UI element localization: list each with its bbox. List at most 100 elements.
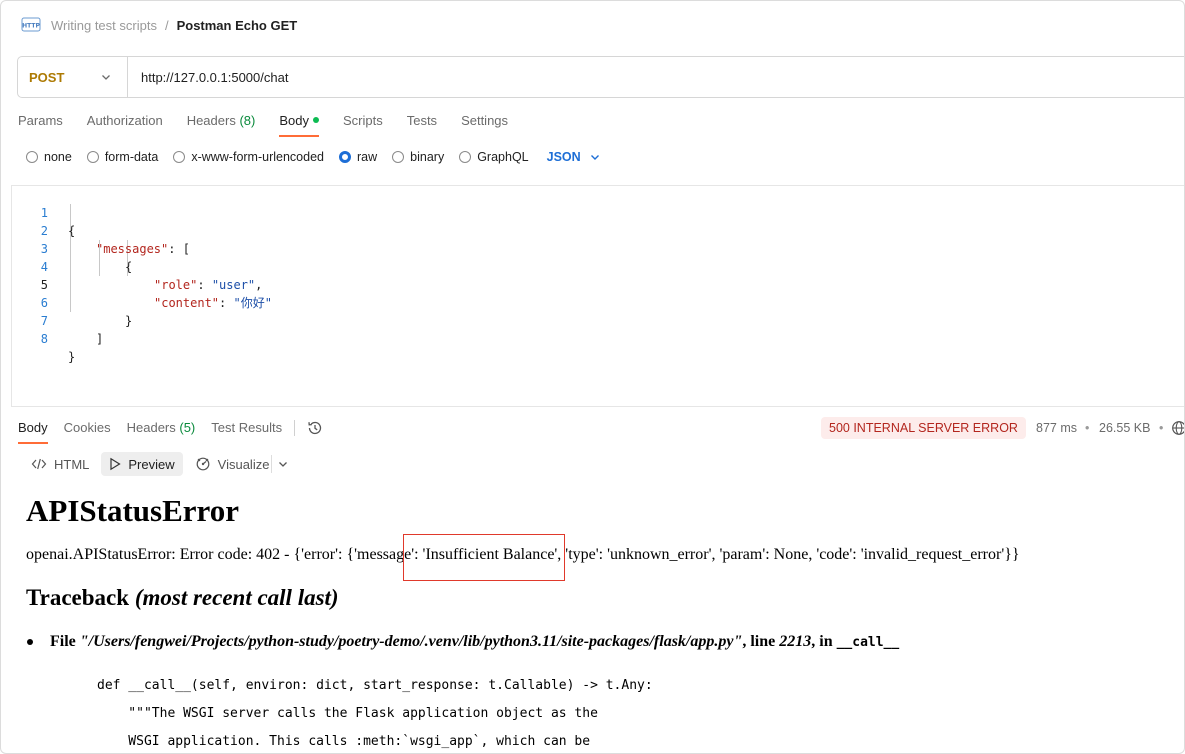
radio-circle <box>86 151 99 163</box>
view-mode-label: Preview <box>128 456 175 472</box>
tab-count: (5) <box>179 420 196 435</box>
tab-label: Body <box>18 420 48 435</box>
tab-body[interactable]: Body <box>279 111 319 137</box>
body-type-selector: none form-data x-www-form-urlencoded raw… <box>26 148 600 166</box>
view-mode-visualize[interactable]: Visualize <box>187 452 304 476</box>
code-text: { <box>68 224 76 238</box>
tab-label: Settings <box>461 113 509 128</box>
breadcrumb-separator: / <box>164 17 169 33</box>
chevron-down-icon <box>590 155 599 160</box>
tab-label: Test Results <box>211 420 283 435</box>
code-text: "content": "你好" <box>154 294 272 312</box>
indent-guide <box>70 204 71 312</box>
response-time[interactable]: 877 ms <box>1036 421 1077 435</box>
code-icon <box>31 458 47 470</box>
json-punct: : <box>197 278 212 292</box>
tab-cookies[interactable]: Cookies <box>64 418 111 444</box>
radio-label: GraphQL <box>477 150 529 164</box>
tab-response-headers[interactable]: Headers (5) <box>127 418 196 444</box>
tab-response-body[interactable]: Body <box>18 418 48 444</box>
breadcrumb-collection[interactable]: Writing test scripts <box>51 18 157 33</box>
tab-label: Scripts <box>342 113 383 128</box>
request-body-editor[interactable]: 1 { 2 "messages": [ 3 { 4 "role": "user"… <box>11 185 1184 407</box>
meta-separator: • <box>1085 421 1090 435</box>
postman-window: HTTP Writing test scripts / Postman Echo… <box>0 0 1185 754</box>
status-badge[interactable]: 500 INTERNAL SERVER ERROR <box>821 417 1026 439</box>
source-line: def __call__(self, environ: dict, start_… <box>97 678 653 693</box>
tab-headers[interactable]: Headers (8) <box>187 111 256 137</box>
frame-line-label: , line <box>742 633 780 650</box>
chevron-down-icon <box>102 75 110 80</box>
tab-count: (8) <box>239 113 256 128</box>
method-select[interactable]: POST <box>18 57 128 97</box>
radio-label: none <box>44 150 72 164</box>
traceback-heading: Traceback (most recent call last) <box>26 583 1176 613</box>
traceback-frame: File "/Users/fengwei/Projects/python-stu… <box>26 632 1176 653</box>
tab-label: Authorization <box>86 113 163 128</box>
http-request-icon: HTTP <box>21 17 41 32</box>
annotation-highlight-box <box>403 534 565 581</box>
error-message: openai.APIStatusError: Error code: 402 -… <box>26 546 1020 563</box>
radio-circle <box>173 151 186 163</box>
visualize-icon <box>196 457 210 471</box>
line-number: 8 <box>40 332 48 346</box>
radio-none[interactable]: none <box>26 150 72 164</box>
code-line: 7 ] <box>12 294 103 346</box>
response-preview: APIStatusError openai.APIStatusError: Er… <box>26 491 1176 753</box>
radio-graphql[interactable]: GraphQL <box>459 150 529 164</box>
traceback-source: def __call__(self, environ: dict, start_… <box>97 672 1176 753</box>
code-text: "messages": [ <box>96 240 190 258</box>
radio-raw[interactable]: raw <box>339 150 377 164</box>
radio-form-data[interactable]: form-data <box>86 150 159 164</box>
code-line: 1 { <box>12 186 75 238</box>
tab-test-results[interactable]: Test Results <box>211 418 282 444</box>
frame-function: __call__ <box>836 635 900 650</box>
tab-label: Tests <box>406 113 438 128</box>
frame-in-label: , in <box>811 633 837 650</box>
request-tabs: Params Authorization Headers (8) Body Sc… <box>18 111 532 137</box>
radio-label: form-data <box>104 150 159 164</box>
meta-separator: • <box>1159 421 1164 435</box>
error-title: APIStatusError <box>26 493 239 528</box>
play-icon <box>110 457 122 471</box>
json-key: "messages" <box>96 242 169 256</box>
code-text: } <box>68 350 76 364</box>
response-view-modes: HTML Preview Visualize <box>23 452 307 476</box>
view-mode-html[interactable]: HTML <box>23 452 97 476</box>
tab-params[interactable]: Params <box>18 111 63 137</box>
response-size[interactable]: 26.55 KB <box>1099 421 1150 435</box>
divider <box>294 420 296 436</box>
globe-icon[interactable] <box>1171 420 1185 436</box>
tab-label: Params <box>18 113 63 128</box>
visualize-dropdown[interactable] <box>271 455 295 473</box>
json-punct: , <box>255 278 263 292</box>
json-punct: : <box>219 296 234 310</box>
radio-x-www-form-urlencoded[interactable]: x-www-form-urlencoded <box>173 150 324 164</box>
code-line: 4 "role": "user", <box>12 240 263 292</box>
frame-file-path: "/Users/fengwei/Projects/python-study/po… <box>79 633 743 650</box>
json-key: "role" <box>154 278 198 292</box>
tab-label: Body <box>279 113 309 128</box>
radio-label: binary <box>410 150 445 164</box>
tab-tests[interactable]: Tests <box>407 111 437 137</box>
raw-format-dropdown[interactable]: JSON <box>547 150 600 164</box>
code-line: 2 "messages": [ <box>12 204 190 256</box>
history-icon[interactable] <box>307 420 323 436</box>
source-line: WSGI application. This calls :meth:`wsgi… <box>97 734 591 749</box>
code-text: { <box>125 260 133 274</box>
view-mode-preview[interactable]: Preview <box>101 452 183 476</box>
code-line: 5 "content": "你好" <box>12 258 272 310</box>
json-string: "你好" <box>233 296 272 310</box>
breadcrumb-request-name[interactable]: Postman Echo GET <box>177 18 298 33</box>
method-label: POST <box>29 69 65 85</box>
radio-binary[interactable]: binary <box>392 150 444 164</box>
view-mode-label: Visualize <box>217 456 270 472</box>
traceback-label: Traceback <box>26 585 130 610</box>
code-line: 6 } <box>12 276 132 328</box>
url-input[interactable]: http://127.0.0.1:5000/chat <box>128 70 288 85</box>
tab-authorization[interactable]: Authorization <box>87 111 163 137</box>
frame-file-label: File <box>50 633 80 650</box>
radio-label: raw <box>357 150 378 164</box>
tab-settings[interactable]: Settings <box>461 111 508 137</box>
tab-scripts[interactable]: Scripts <box>343 111 383 137</box>
